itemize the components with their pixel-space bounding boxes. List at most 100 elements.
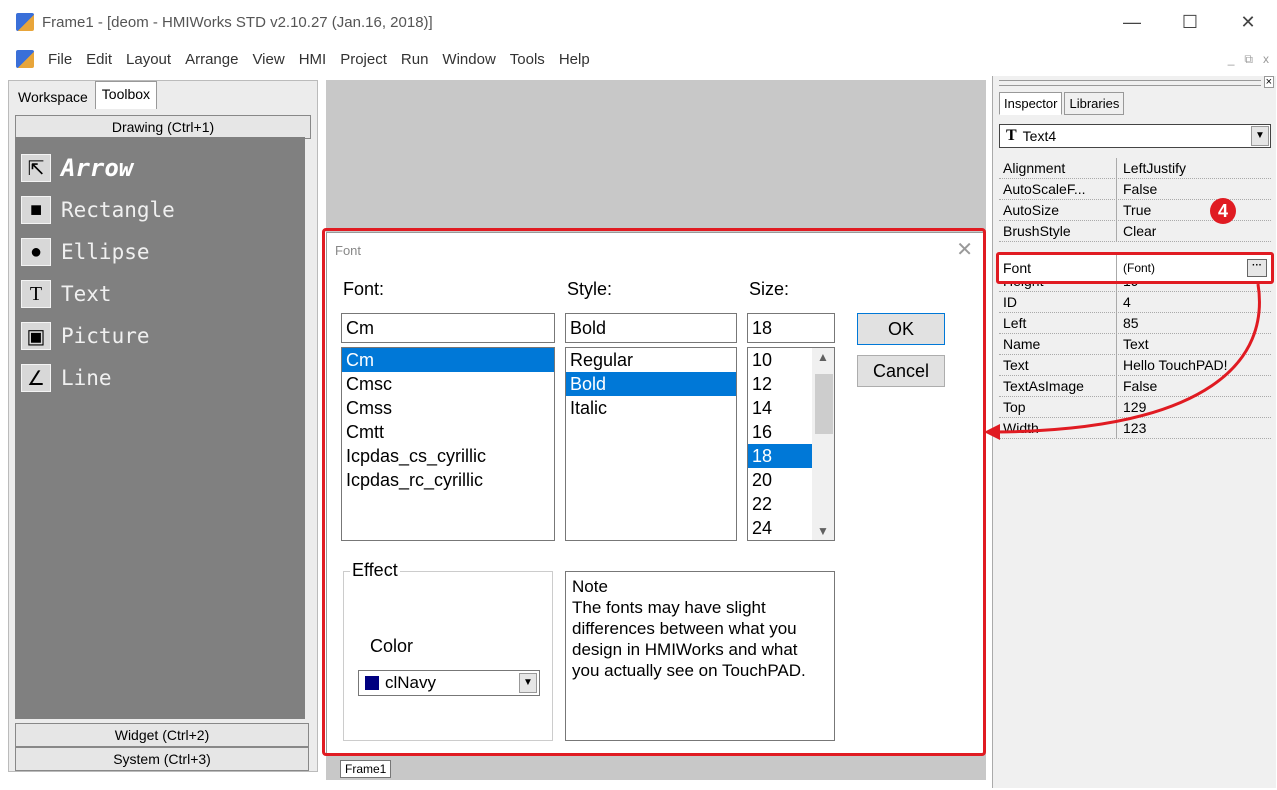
- tool-arrow[interactable]: ⇱ Arrow: [15, 147, 305, 189]
- property-value[interactable]: Hello TouchPAD!: [1117, 355, 1228, 375]
- tab-toolbox[interactable]: Toolbox: [94, 81, 158, 109]
- property-name: BrushStyle: [999, 221, 1117, 241]
- property-value[interactable]: True: [1117, 200, 1151, 220]
- font-list[interactable]: Cm Cmsc Cmss Cmtt Icpdas_cs_cyrillic Icp…: [341, 347, 555, 541]
- property-value[interactable]: 4: [1117, 292, 1131, 312]
- property-name: Left: [999, 313, 1117, 333]
- list-item[interactable]: Cmtt: [342, 420, 554, 444]
- list-item[interactable]: 10: [748, 348, 812, 372]
- menu-hmi[interactable]: HMI: [299, 51, 327, 68]
- list-item[interactable]: Bold: [566, 372, 736, 396]
- list-item[interactable]: 18: [748, 444, 812, 468]
- property-value[interactable]: False: [1117, 179, 1157, 199]
- font-style-input[interactable]: Bold: [565, 313, 737, 343]
- property-row[interactable]: Width 123: [999, 418, 1271, 439]
- menu-window[interactable]: Window: [442, 51, 495, 68]
- menu-help[interactable]: Help: [559, 51, 590, 68]
- ok-button[interactable]: OK: [857, 313, 945, 345]
- property-row[interactable]: Text Hello TouchPAD!: [999, 355, 1271, 376]
- tab-libraries[interactable]: Libraries: [1064, 92, 1125, 115]
- property-value[interactable]: (Font): [1117, 255, 1155, 281]
- menu-run[interactable]: Run: [401, 51, 429, 68]
- widget-section-header[interactable]: Widget (Ctrl+2): [15, 723, 309, 747]
- list-item[interactable]: Cm: [342, 348, 554, 372]
- text-tool-icon: T: [21, 280, 51, 308]
- list-item[interactable]: Cmsc: [342, 372, 554, 396]
- inspector-panel: × Inspector Libraries T Text4 ▼ Alignmen…: [992, 76, 1276, 788]
- property-row[interactable]: AutoScaleF... False: [999, 179, 1271, 200]
- frame-tab[interactable]: Frame1: [340, 760, 392, 778]
- scroll-thumb[interactable]: [815, 374, 833, 434]
- document-icon[interactable]: [16, 50, 34, 68]
- scroll-down-icon[interactable]: ▼: [812, 524, 834, 538]
- ellipsis-button[interactable]: ···: [1247, 259, 1267, 277]
- list-item[interactable]: 20: [748, 468, 812, 492]
- property-value[interactable]: 123: [1117, 418, 1146, 438]
- arrow-tool-icon: ⇱: [21, 154, 51, 182]
- menu-tools[interactable]: Tools: [510, 51, 545, 68]
- cancel-button[interactable]: Cancel: [857, 355, 945, 387]
- mdi-minimize-button[interactable]: _: [1228, 52, 1235, 67]
- property-value[interactable]: 129: [1117, 397, 1146, 417]
- font-property-row[interactable]: Font (Font) ···: [996, 252, 1274, 284]
- list-item[interactable]: Regular: [566, 348, 736, 372]
- scroll-up-icon[interactable]: ▲: [812, 350, 834, 364]
- system-section-header[interactable]: System (Ctrl+3): [15, 747, 309, 771]
- size-scrollbar[interactable]: ▲ ▼: [812, 348, 834, 540]
- object-select[interactable]: T Text4 ▼: [999, 124, 1271, 148]
- tool-line[interactable]: ∠ Line: [15, 357, 305, 399]
- menu-arrange[interactable]: Arrange: [185, 51, 238, 68]
- tool-picture[interactable]: ▣ Picture: [15, 315, 305, 357]
- left-tabs: Workspace Toolbox: [9, 81, 317, 109]
- property-row[interactable]: Left 85: [999, 313, 1271, 334]
- list-item[interactable]: Cmss: [342, 396, 554, 420]
- tab-inspector[interactable]: Inspector: [999, 92, 1063, 115]
- menu-edit[interactable]: Edit: [86, 51, 112, 68]
- maximize-button[interactable]: ☐: [1161, 0, 1219, 44]
- list-item[interactable]: 22: [748, 492, 812, 516]
- panel-close-icon[interactable]: ×: [1263, 76, 1274, 88]
- close-button[interactable]: ✕: [1219, 0, 1277, 44]
- tool-text[interactable]: T Text: [15, 273, 305, 315]
- list-item[interactable]: 12: [748, 372, 812, 396]
- list-item[interactable]: 24: [748, 516, 812, 540]
- note-body: The fonts may have slight differences be…: [572, 598, 806, 680]
- menu-project[interactable]: Project: [340, 51, 387, 68]
- style-list[interactable]: Regular Bold Italic: [565, 347, 737, 541]
- property-row[interactable]: TextAsImage False: [999, 376, 1271, 397]
- property-row[interactable]: Name Text: [999, 334, 1271, 355]
- menu-file[interactable]: File: [48, 51, 72, 68]
- list-item[interactable]: Icpdas_cs_cyrillic: [342, 444, 554, 468]
- panel-grip[interactable]: [999, 80, 1261, 86]
- size-list[interactable]: 10 12 14 16 18 20 22 24 ▲ ▼: [747, 347, 835, 541]
- mdi-restore-button[interactable]: ⧉: [1244, 52, 1253, 67]
- list-item[interactable]: 16: [748, 420, 812, 444]
- menu-layout[interactable]: Layout: [126, 51, 171, 68]
- property-value[interactable]: Clear: [1117, 221, 1156, 241]
- mdi-close-button[interactable]: x: [1263, 52, 1269, 67]
- dialog-close-icon[interactable]: ✕: [956, 237, 973, 262]
- minimize-button[interactable]: —: [1103, 0, 1161, 44]
- tab-workspace[interactable]: Workspace: [11, 85, 95, 109]
- property-value[interactable]: False: [1117, 376, 1157, 396]
- chevron-down-icon[interactable]: ▼: [1251, 126, 1269, 146]
- property-row[interactable]: Top 129: [999, 397, 1271, 418]
- property-value[interactable]: Text: [1117, 334, 1149, 354]
- drawing-section-header[interactable]: Drawing (Ctrl+1): [15, 115, 311, 139]
- step-badge: 4: [1210, 198, 1236, 224]
- property-value[interactable]: 85: [1117, 313, 1139, 333]
- property-value[interactable]: LeftJustify: [1117, 158, 1186, 178]
- tool-rectangle[interactable]: ■ Rectangle: [15, 189, 305, 231]
- font-name-input[interactable]: Cm: [341, 313, 555, 343]
- property-row[interactable]: Alignment LeftJustify: [999, 158, 1271, 179]
- tool-ellipse[interactable]: ● Ellipse: [15, 231, 305, 273]
- list-item[interactable]: Icpdas_rc_cyrillic: [342, 468, 554, 492]
- property-row[interactable]: BrushStyle Clear: [999, 221, 1271, 242]
- list-item[interactable]: Italic: [566, 396, 736, 420]
- color-select[interactable]: clNavy ▼: [358, 670, 540, 696]
- list-item[interactable]: 14: [748, 396, 812, 420]
- menu-view[interactable]: View: [252, 51, 284, 68]
- property-row[interactable]: ID 4: [999, 292, 1271, 313]
- chevron-down-icon[interactable]: ▼: [519, 673, 537, 693]
- font-size-input[interactable]: 18: [747, 313, 835, 343]
